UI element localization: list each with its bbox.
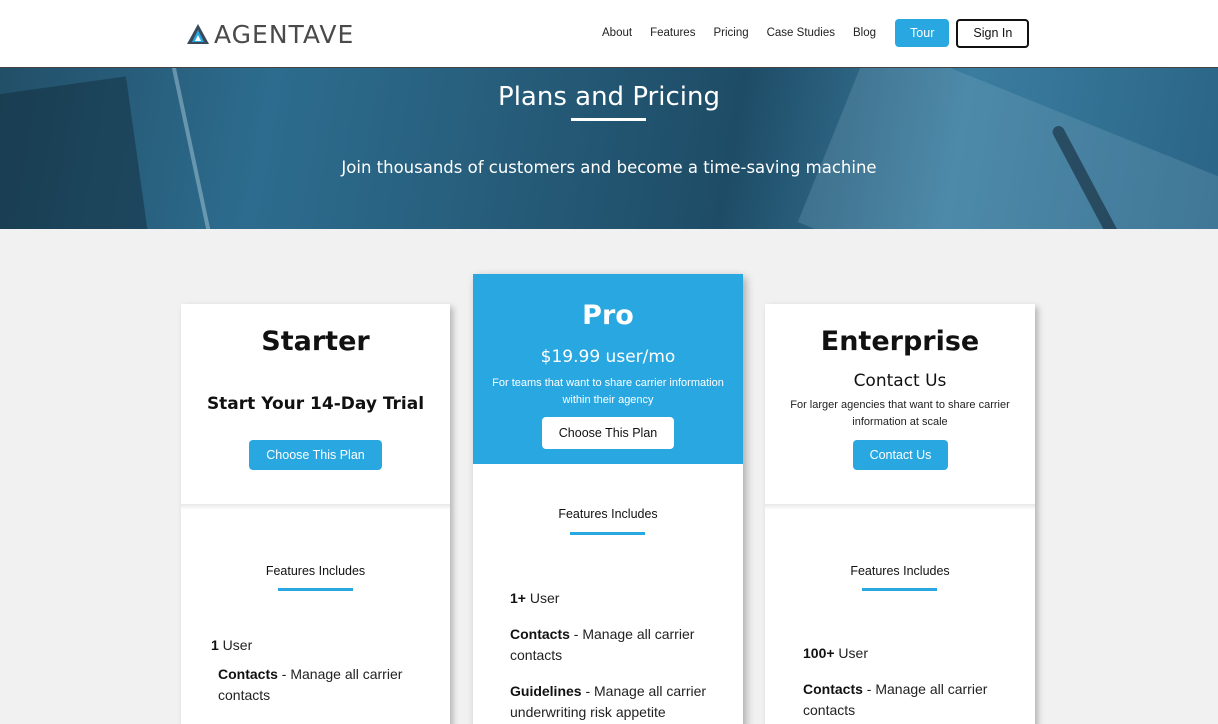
features-title: Features Includes: [265, 564, 366, 578]
features-underline: [278, 588, 353, 591]
plan-card-pro: Pro $19.99 user/mo For teams that want t…: [473, 274, 743, 724]
plan-price: Contact Us: [853, 371, 947, 391]
sign-in-button[interactable]: Sign In: [956, 18, 1030, 48]
hero-banner: Plans and Pricing Join thousands of cust…: [0, 68, 1218, 229]
feature-item: Contacts - Manage all carrier contacts: [218, 666, 403, 703]
plan-name: Pro: [582, 300, 634, 331]
feature-item: 1+ User: [510, 590, 560, 606]
pro-card-header: Pro $19.99 user/mo For teams that want t…: [473, 274, 743, 464]
plan-description: For teams that want to share carrier inf…: [492, 377, 724, 406]
feature-item: 1 User: [211, 637, 253, 653]
feature-item: 100+ User: [803, 645, 868, 661]
plan-card-enterprise: Enterprise Contact Us For larger agencie…: [765, 304, 1035, 724]
tour-button[interactable]: Tour: [895, 19, 950, 47]
feature-item: Contacts - Manage all carrier contacts: [510, 626, 695, 663]
plan-name: Enterprise: [820, 326, 980, 357]
choose-plan-button[interactable]: Choose This Plan: [249, 440, 382, 470]
nav-features[interactable]: Features: [650, 18, 695, 48]
features-underline: [570, 532, 645, 535]
feature-item: Contacts - Manage all carrier contacts: [803, 681, 988, 718]
nav-about[interactable]: About: [602, 18, 632, 48]
plan-price: $19.99 user/mo: [540, 347, 676, 367]
card-divider: [765, 504, 1035, 510]
card-divider: [181, 504, 450, 510]
page-subtitle: Join thousands of customers and become a…: [341, 158, 877, 177]
nav-pricing[interactable]: Pricing: [713, 18, 748, 48]
brand-name: AGENTAVE: [214, 19, 355, 49]
plan-description: For larger agencies that want to share c…: [790, 399, 1010, 428]
features-underline: [862, 588, 937, 591]
features-title: Features Includes: [850, 564, 950, 578]
main-nav: About Features Pricing Case Studies Blog…: [593, 18, 1038, 48]
logo-mark-icon: [187, 24, 209, 44]
nav-blog[interactable]: Blog: [853, 18, 876, 48]
nav-case-studies[interactable]: Case Studies: [767, 18, 835, 48]
brand-logo[interactable]: AGENTAVE: [186, 19, 355, 49]
plan-card-starter: Starter Start Your 14-Day Trial Choose T…: [181, 304, 450, 724]
plan-name: Starter: [261, 326, 370, 357]
feature-item: Guidelines - Manage all carrier underwri…: [510, 683, 707, 720]
contact-us-button[interactable]: Contact Us: [853, 440, 948, 470]
choose-plan-button[interactable]: Choose This Plan: [542, 417, 674, 449]
page-title: Plans and Pricing: [498, 82, 720, 112]
plan-price: Start Your 14-Day Trial: [206, 394, 425, 414]
features-title: Features Includes: [558, 507, 658, 521]
site-header: AGENTAVE About Features Pricing Case Stu…: [0, 0, 1218, 68]
title-underline: [571, 118, 646, 121]
